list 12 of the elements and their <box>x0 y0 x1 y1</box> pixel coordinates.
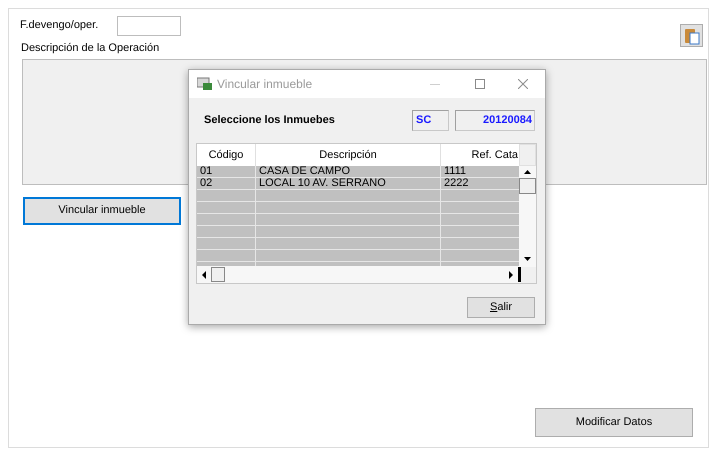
code-field: SC <box>412 110 449 131</box>
table-cell: 01 <box>197 166 256 178</box>
prompt-text: Seleccione los Inmuebes <box>204 113 335 128</box>
number-field: 20120084 <box>455 110 535 131</box>
table-cell: CASA DE CAMPO <box>256 166 441 178</box>
table-cell: 2222 <box>441 178 521 190</box>
field-label: Descripción de la Operación <box>21 42 160 54</box>
field-label: F.devengo/oper. <box>20 18 100 34</box>
table-cell: LOCAL 10 AV. SERRANO <box>256 178 441 190</box>
window-title: Vincular inmueble <box>217 76 312 93</box>
table-cell: 02 <box>197 178 256 190</box>
table-cell: 1111 <box>441 166 521 178</box>
